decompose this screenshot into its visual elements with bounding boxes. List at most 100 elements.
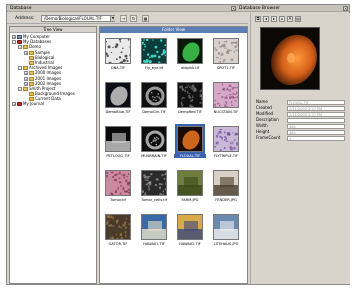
home-icon[interactable]: ⌂ [279,16,285,22]
thumbnail-shape [120,237,123,239]
thumbnail-shape [227,134,231,136]
thumbnail-shape [146,176,150,179]
fluorescent-cell-image [261,28,319,89]
chevron-down-icon[interactable]: ▼ [110,16,115,21]
thumbnail-item[interactable]: Fly_eye.tif [138,36,170,74]
thumbnail-item[interactable]: MUSBRAIN.TIF [138,124,170,162]
thumbnail-shape [127,184,130,186]
property-value-field[interactable] [287,117,345,123]
thumbnail-item[interactable]: HAWAII1.TIF [138,212,170,250]
thumbnail-shape [122,187,125,191]
thumbnail-graphic [179,84,202,107]
thumbnail-shape [182,130,200,150]
print-icon[interactable]: ▤ [295,16,301,22]
property-value-field[interactable]: 480 [287,129,345,135]
thumbnail-shape [192,87,195,89]
thumbnail-item[interactable]: Tumor_cells.tif [138,168,170,206]
thumbnail-shape [161,194,163,195]
thumbnail-label: HAWAII2.TIF [179,242,201,246]
thumbnail-item[interactable]: Tumor.tif [102,168,134,206]
thumbnail-shape [152,140,154,142]
thumbnail-shape [233,41,236,44]
property-value-field[interactable]: 2/11/2003 2:37 PM [287,111,345,117]
thumbnail-shape [229,147,233,151]
thumbnail-shape [164,54,166,57]
thumbnail-item[interactable]: aldpink.tif [174,36,206,74]
thumbnail-shape [124,54,128,58]
thumbnail-image [141,170,167,196]
thumbnail-shape [223,131,226,134]
thumbnail-image [213,126,239,152]
thumbnail-shape [180,85,184,89]
thumbnail-shape [184,177,198,187]
thumbnail-shape [229,49,232,52]
thumbnail-graphic [106,39,130,63]
thumbnail-shape [125,234,127,238]
thumbnail-label: Tumor_cells.tif [141,198,167,202]
thumbnail-shape [118,39,122,41]
tree-view: + My Computer - My Databases - Demo + Sample Bio… [10,33,96,107]
thumbnail-shape [157,55,161,59]
edit-icon[interactable]: A [287,16,293,22]
property-row: FrameCount 1 [254,135,348,141]
property-value-field[interactable]: 1 [287,135,345,141]
expand-icon[interactable]: + [12,102,16,107]
thumbnail-item[interactable]: LITEHAUS.JPG [210,212,242,250]
thumbnail-shape [110,192,114,195]
thumbnail-shape [159,193,163,195]
thumbnail-shape [162,190,164,193]
property-value-field[interactable]: FLOUAL.TIF [287,99,345,105]
gallery-header: Folder View [100,27,247,33]
close-icon[interactable]: × [343,6,348,11]
thumbnail-shape [120,226,122,229]
thumbnail-shape [237,86,238,89]
view-grid-icon[interactable]: ▦ [142,15,149,22]
thumbnail-shape [151,95,154,98]
thumbnail-item[interactable]: PETLOGG.TIF [102,124,134,162]
go-icon[interactable]: → [120,15,127,22]
thumbnail-item[interactable]: DemoBlue.TIF [102,80,134,118]
thumbnail-item[interactable]: DemoGrn.TIF [138,80,170,118]
thumbnail-shape [190,99,193,102]
thumbnail-graphic [142,39,166,63]
thumbnail-shape [127,62,129,63]
thumbnail-shape [224,146,226,149]
preview-image [260,27,320,90]
thumbnail-shape [215,56,219,59]
thumbnail-graphic [182,42,200,62]
tree-node[interactable]: + My Journal [10,101,96,107]
close-icon[interactable]: × [231,6,236,11]
thumbnail-item[interactable]: FENDER.JPG [210,168,242,206]
thumbnail-shape [117,219,119,222]
thumbnail-item[interactable]: DemoRed.TIF [174,80,206,118]
thumbnail-shape [219,149,222,151]
thumbnail-item[interactable]: FARM.JPG [174,168,206,206]
thumbnail-shape [110,51,113,54]
back-icon[interactable]: ◂ [263,16,269,22]
thumbnail-shape [231,101,233,104]
thumbnail-shape [117,186,119,190]
thumbnail-item[interactable]: DNA.TIF [102,36,134,74]
address-input[interactable]: /Demo/Biological/FLOUAL.TIF [41,15,115,22]
forward-icon[interactable]: ▸ [271,16,277,22]
thumbnail-shape [126,175,128,178]
thumbnail-shape [129,46,130,49]
thumbnail-shape [142,190,144,193]
thumbnail-item[interactable]: SPOT1.TIF [210,36,242,74]
thumbnail-item[interactable]: FLOUAL.TIF [174,124,206,162]
copy-icon[interactable]: ⧉ [255,16,261,22]
thumbnail-item[interactable]: NUCSTAIN.TIF [210,80,242,118]
thumbnail-item[interactable]: FLYTRIPLE.TIF [210,124,242,162]
thumbnail-shape [188,94,191,98]
thumbnail-item[interactable]: HAWAII2.TIF [174,212,206,250]
thumbnail-shape [224,104,227,107]
thumbnail-shape [150,183,152,186]
thumbnail-item[interactable]: GATOR.TIF [102,212,134,250]
property-value-field[interactable]: 2/11/2003 2:37 PM [287,105,345,111]
thumbnail-graphic [182,130,200,150]
thumbnail-shape [118,181,122,184]
properties-table: Name FLOUAL.TIF Created 2/11/2003 2:37 PM Mo… [254,99,348,141]
property-value-field[interactable]: 480 [287,123,345,129]
thumbnail-shape [129,186,130,190]
refresh-icon[interactable]: ↻ [130,15,137,22]
